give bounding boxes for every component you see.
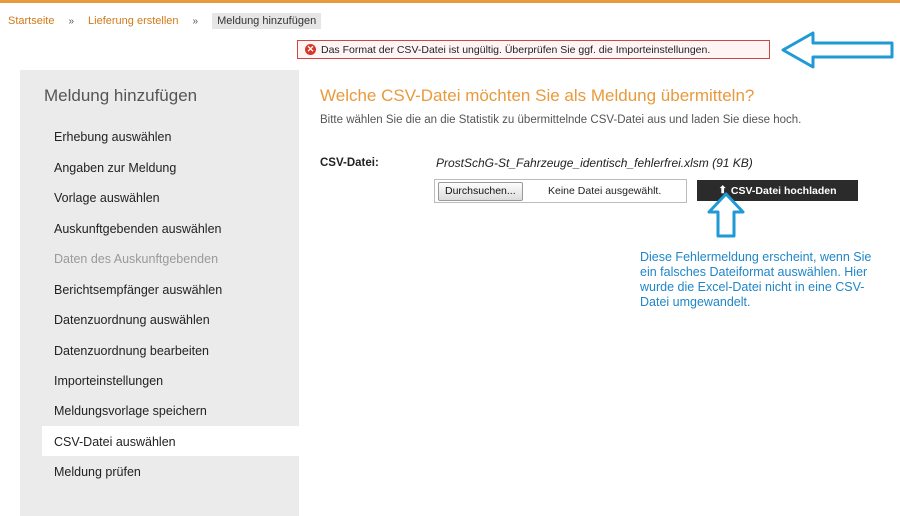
- sidebar-item-importeinstellungen[interactable]: Importeinstellungen: [54, 374, 163, 388]
- error-icon: ✕: [305, 44, 316, 55]
- page-description: Bitte wählen Sie die an die Statistik zu…: [320, 114, 802, 126]
- sidebar-item-datenzuordnung-bearbeiten[interactable]: Datenzuordnung bearbeiten: [54, 344, 209, 358]
- error-message-text: Das Format der CSV-Datei ist ungültig. Ü…: [321, 43, 711, 56]
- sidebar-item-meldung-pruefen[interactable]: Meldung prüfen: [54, 465, 141, 479]
- sidebar-title: Meldung hinzufügen: [44, 86, 198, 105]
- csv-file-label: CSV-Datei:: [320, 157, 379, 169]
- upload-button-label: CSV-Datei hochladen: [730, 184, 837, 197]
- arrow-left-icon: [781, 31, 894, 69]
- breadcrumb: Startseite » Lieferung erstellen » Meldu…: [8, 13, 322, 29]
- sidebar-item-daten-auskunftgebenden: Daten des Auskunftgebenden: [54, 252, 219, 266]
- page-title: Welche CSV-Datei möchten Sie als Meldung…: [320, 86, 755, 105]
- sidebar: Meldung hinzufügen Erhebung auswählen An…: [20, 70, 299, 516]
- annotation-text: Diese Fehlermeldung erscheint, wenn Sie …: [640, 250, 872, 309]
- sidebar-item-csv-datei[interactable]: CSV-Datei auswählen: [54, 435, 176, 449]
- breadcrumb-home-link[interactable]: Startseite: [8, 15, 54, 27]
- sidebar-item-meldungsvorlage[interactable]: Meldungsvorlage speichern: [54, 404, 207, 418]
- breadcrumb-lieferung-link[interactable]: Lieferung erstellen: [88, 15, 179, 27]
- sidebar-item-angaben[interactable]: Angaben zur Meldung: [54, 161, 176, 175]
- sidebar-item-auskunftgebenden[interactable]: Auskunftgebenden auswählen: [54, 222, 222, 236]
- sidebar-item-datenzuordnung-auswaehlen[interactable]: Datenzuordnung auswählen: [54, 313, 210, 327]
- breadcrumb-current: Meldung hinzufügen: [212, 13, 322, 29]
- top-accent-line: [0, 0, 900, 3]
- sidebar-item-erhebung[interactable]: Erhebung auswählen: [54, 130, 171, 144]
- breadcrumb-separator: »: [68, 15, 75, 27]
- error-message-box: ✕ Das Format der CSV-Datei ist ungültig.…: [297, 40, 770, 59]
- sidebar-item-berichtsempfaenger[interactable]: Berichtsempfänger auswählen: [54, 283, 222, 297]
- breadcrumb-separator: »: [192, 15, 199, 27]
- arrow-up-icon: [707, 192, 745, 238]
- selected-file-name: ProstSchG-St_Fahrzeuge_identisch_fehlerf…: [436, 156, 753, 170]
- browse-button[interactable]: Durchsuchen...: [438, 182, 523, 201]
- sidebar-item-vorlage[interactable]: Vorlage auswählen: [54, 191, 160, 205]
- no-file-selected-text: Keine Datei ausgewählt.: [548, 185, 662, 197]
